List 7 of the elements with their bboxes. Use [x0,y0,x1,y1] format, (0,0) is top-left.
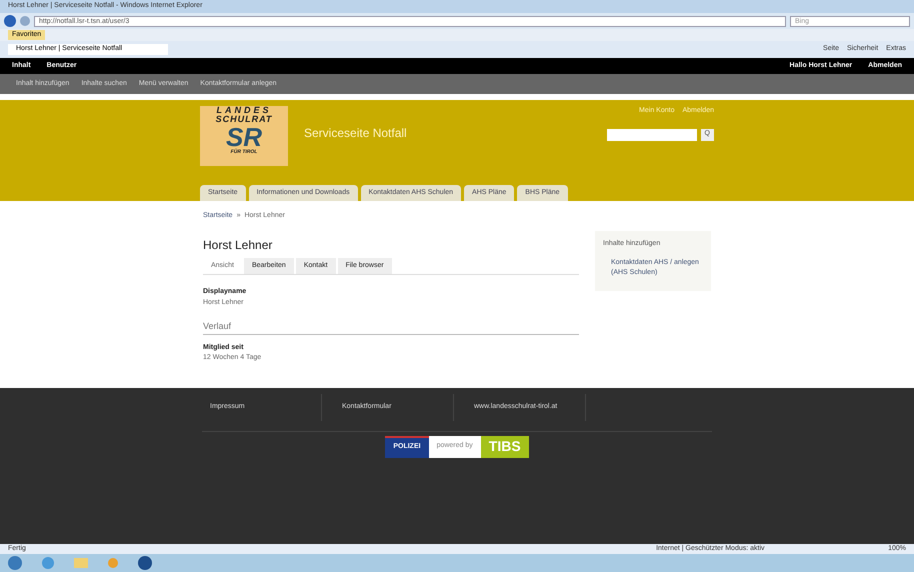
site-search-field[interactable] [606,128,697,140]
page-title: Horst Lehner [203,236,274,254]
section-heading: Verlauf [203,320,579,334]
logo-text: LANDES [216,106,272,115]
logo-text: TIBS [480,436,529,458]
logo-text: SCHULRAT [216,115,272,124]
logo-mark: SR [226,124,262,150]
